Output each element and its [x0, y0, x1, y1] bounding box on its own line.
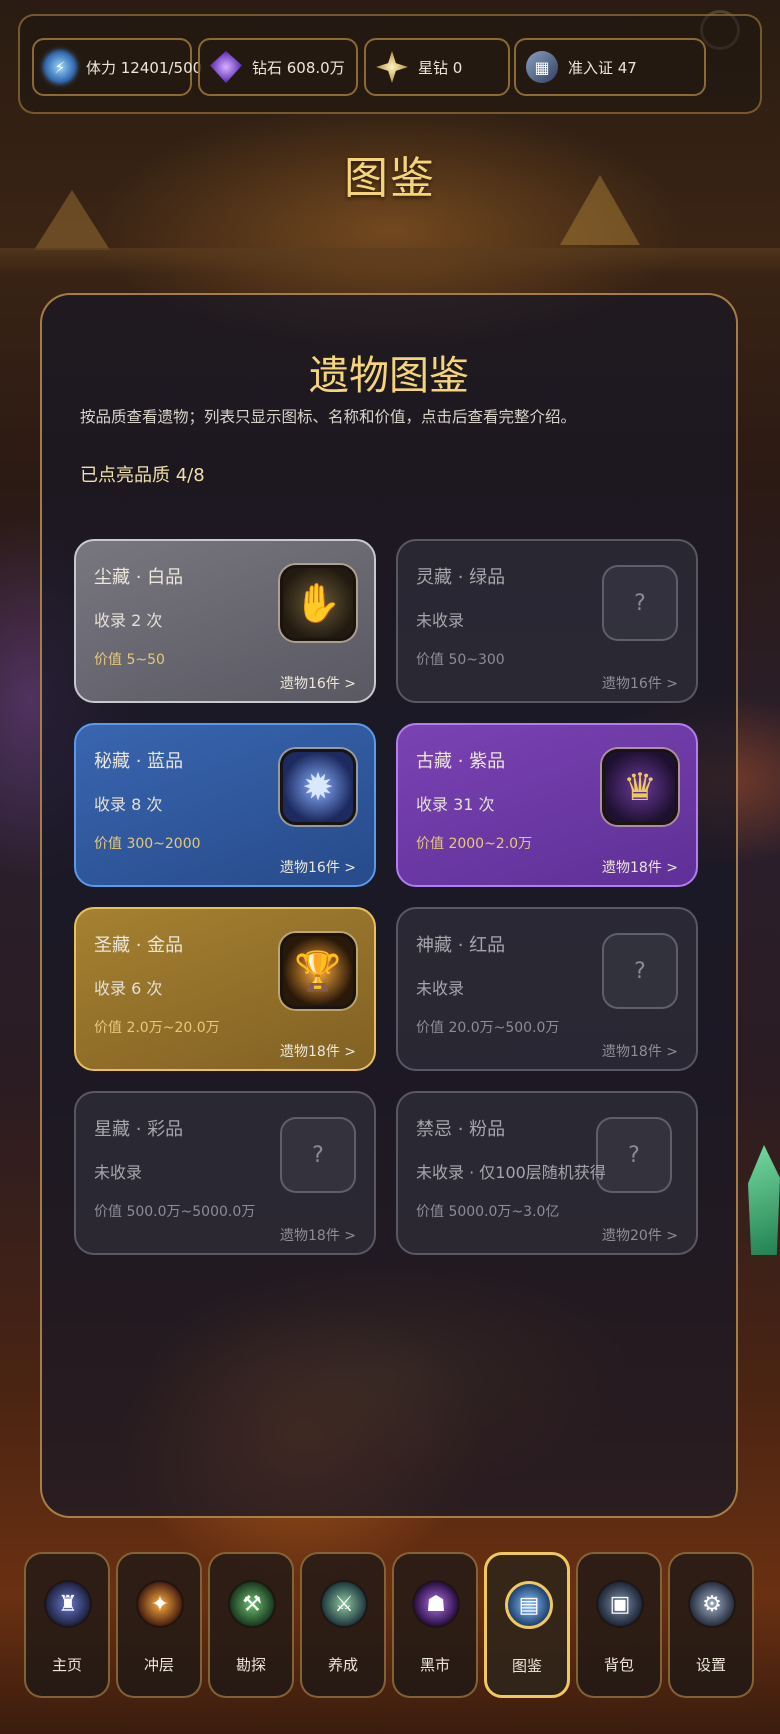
nav-train[interactable]: ⚔ 养成: [300, 1552, 386, 1698]
grail-icon: 🏆: [280, 933, 356, 1009]
stamina-icon: ⚡: [44, 51, 76, 83]
locked-placeholder-icon: ?: [602, 565, 678, 641]
nav-settings[interactable]: ⚙ 设置: [668, 1552, 754, 1698]
panel-title: 遗物图鉴: [309, 353, 469, 399]
nav-explore[interactable]: ⚒ 勘探: [208, 1552, 294, 1698]
card-value: 价值 300~2000: [94, 836, 201, 852]
card-name: 古藏 · 紫品: [416, 751, 506, 772]
card-count: 遗物16件 >: [602, 676, 678, 692]
sigil-icon: ✹: [280, 749, 356, 825]
card-count: 遗物18件 >: [602, 860, 678, 876]
quality-card-rainbow[interactable]: 星藏 · 彩品 未收录 价值 500.0万~5000.0万 遗物18件 > ?: [74, 1091, 376, 1255]
card-name: 尘藏 · 白品: [94, 567, 184, 588]
nav-black-market[interactable]: ☗ 黑市: [392, 1552, 478, 1698]
resource-star-diamond[interactable]: 星钻 0: [364, 38, 510, 96]
nav-backpack[interactable]: ▣ 背包: [576, 1552, 662, 1698]
card-name: 星藏 · 彩品: [94, 1119, 184, 1140]
card-name: 灵藏 · 绿品: [416, 567, 506, 588]
nav-label: 背包: [603, 1656, 634, 1674]
card-count: 遗物16件 >: [280, 860, 356, 876]
diamond-icon: [210, 51, 242, 83]
nav-label: 黑市: [419, 1656, 450, 1674]
page-title: 图鉴: [344, 153, 436, 204]
resource-diamond-text: 钻石 608.0万: [252, 58, 345, 77]
card-status: 收录 8 次: [94, 795, 163, 814]
card-value: 价值 20.0万~500.0万: [416, 1020, 560, 1036]
home-icon: ♜: [44, 1580, 92, 1628]
panel-description: 按品质查看遗物；列表只显示图标、名称和价值，点击后查看完整介绍。: [80, 408, 577, 426]
card-name: 神藏 · 红品: [416, 935, 506, 956]
resource-bar: ⚡ 体力 12401/500 钻石 608.0万 星钻 0 ▦ 准入证 47: [18, 14, 762, 114]
nav-label: 冲层: [143, 1656, 174, 1674]
gauntlet-icon: ✋: [280, 565, 356, 641]
locked-placeholder-icon: ?: [596, 1117, 672, 1193]
resource-entry-pass-text: 准入证 47: [568, 58, 637, 77]
relic-codex-panel: 遗物图鉴 按品质查看遗物；列表只显示图标、名称和价值，点击后查看完整介绍。 已点…: [40, 293, 738, 1518]
resource-entry-pass[interactable]: ▦ 准入证 47: [514, 38, 706, 96]
locked-placeholder-icon: ?: [602, 933, 678, 1009]
card-status: 未收录 · 仅100层随机获得: [416, 1163, 606, 1182]
nav-codex[interactable]: ▤ 图鉴: [484, 1552, 570, 1698]
card-status: 未收录: [94, 1163, 143, 1182]
explore-icon: ⚒: [228, 1580, 276, 1628]
quality-card-purple[interactable]: 古藏 · 紫品 收录 31 次 价值 2000~2.0万 遗物18件 > ♛: [396, 723, 698, 887]
card-count: 遗物20件 >: [602, 1228, 678, 1244]
nav-home[interactable]: ♜ 主页: [24, 1552, 110, 1698]
quality-card-green[interactable]: 灵藏 · 绿品 未收录 价值 50~300 遗物16件 > ?: [396, 539, 698, 703]
nav-label: 设置: [695, 1656, 726, 1674]
card-count: 遗物18件 >: [280, 1044, 356, 1060]
card-count: 遗物18件 >: [602, 1044, 678, 1060]
card-status: 收录 2 次: [94, 611, 163, 630]
black-market-icon: ☗: [412, 1580, 460, 1628]
nav-label: 图鉴: [511, 1657, 542, 1675]
codex-icon: ▤: [505, 1581, 553, 1629]
card-status: 收录 6 次: [94, 979, 163, 998]
card-value: 价值 5000.0万~3.0亿: [416, 1204, 560, 1220]
resource-diamond[interactable]: 钻石 608.0万: [198, 38, 358, 96]
locked-placeholder-icon: ?: [280, 1117, 356, 1193]
quality-card-white[interactable]: 尘藏 · 白品 收录 2 次 价值 5~50 遗物16件 > ✋: [74, 539, 376, 703]
nav-label: 主页: [51, 1656, 82, 1674]
card-count: 遗物16件 >: [280, 676, 356, 692]
crystal-decoration: [748, 1145, 780, 1255]
quality-card-pink[interactable]: 禁忌 · 粉品 未收录 · 仅100层随机获得 价值 5000.0万~3.0亿 …: [396, 1091, 698, 1255]
nav-label: 养成: [327, 1656, 358, 1674]
ledge-decoration: [0, 248, 780, 274]
card-status: 未收录: [416, 979, 465, 998]
backpack-icon: ▣: [596, 1580, 644, 1628]
card-name: 圣藏 · 金品: [94, 935, 184, 956]
card-name: 禁忌 · 粉品: [416, 1119, 506, 1140]
quality-progress: 已点亮品质 4/8: [80, 465, 205, 486]
card-value: 价值 500.0万~5000.0万: [94, 1204, 256, 1220]
card-count: 遗物18件 >: [280, 1228, 356, 1244]
resource-stamina[interactable]: ⚡ 体力 12401/500: [32, 38, 202, 96]
resource-stamina-text: 体力 12401/500: [86, 58, 203, 77]
card-value: 价值 5~50: [94, 652, 165, 668]
card-status: 未收录: [416, 611, 465, 630]
card-value: 价值 50~300: [416, 652, 505, 668]
climb-icon: ✦: [136, 1580, 184, 1628]
quality-card-blue[interactable]: 秘藏 · 蓝品 收录 8 次 价值 300~2000 遗物16件 > ✹: [74, 723, 376, 887]
resource-star-diamond-text: 星钻 0: [418, 58, 463, 77]
nav-label: 勘探: [235, 1656, 266, 1674]
card-value: 价值 2.0万~20.0万: [94, 1020, 220, 1036]
crown-icon: ♛: [602, 749, 678, 825]
quality-card-red[interactable]: 神藏 · 红品 未收录 价值 20.0万~500.0万 遗物18件 > ?: [396, 907, 698, 1071]
entry-pass-icon: ▦: [526, 51, 558, 83]
nav-climb[interactable]: ✦ 冲层: [116, 1552, 202, 1698]
train-icon: ⚔: [320, 1580, 368, 1628]
card-name: 秘藏 · 蓝品: [94, 751, 184, 772]
quality-card-gold[interactable]: 圣藏 · 金品 收录 6 次 价值 2.0万~20.0万 遗物18件 > 🏆: [74, 907, 376, 1071]
card-status: 收录 31 次: [416, 795, 495, 814]
star-diamond-icon: [376, 51, 408, 83]
card-value: 价值 2000~2.0万: [416, 836, 533, 852]
settings-icon: ⚙: [688, 1580, 736, 1628]
